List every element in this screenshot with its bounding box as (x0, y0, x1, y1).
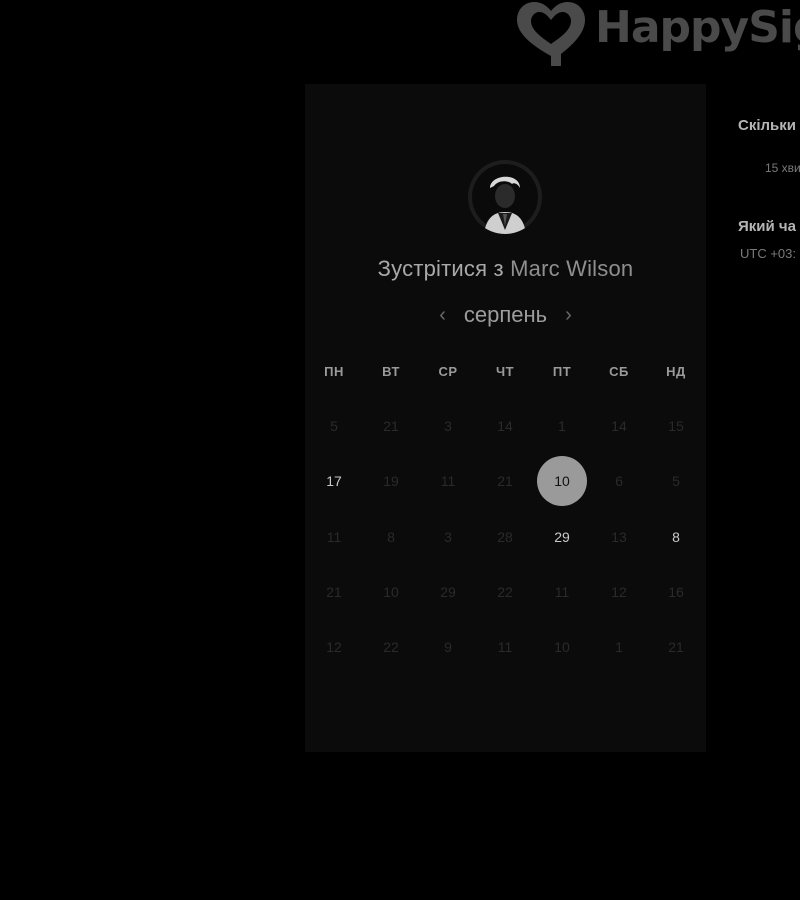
brand-logo[interactable]: HappySig (515, 0, 800, 70)
chevron-left-icon[interactable]: ‹ (439, 305, 446, 325)
current-month: серпень (463, 302, 548, 327)
timezone-value[interactable]: UTC +03: (740, 246, 796, 261)
calendar-day: 10 (383, 584, 399, 600)
calendar-day: 28 (497, 529, 513, 545)
calendar-day: 22 (383, 639, 399, 655)
calendar-day: 11 (440, 473, 456, 489)
timezone-label: Який ча (738, 218, 796, 235)
weekday-label: ПТ (552, 364, 572, 379)
month-navigation: ‹ серпень › (305, 302, 706, 328)
calendar-day: 14 (611, 418, 627, 434)
calendar-day: 13 (611, 529, 627, 545)
calendar-day: 12 (611, 584, 627, 600)
calendar-day: 21 (497, 473, 513, 489)
calendar-day: 5 (330, 418, 338, 434)
calendar-day: 10 (554, 639, 570, 655)
title-prefix: Зустрітися з (377, 256, 504, 281)
calendar-grid: 5 21 3 14 1 14 15 17 19 11 21 10 6 5 11 8 3 28 29 13 8 21 10 29… (305, 398, 706, 698)
brand-name: HappySig (595, 2, 800, 53)
calendar-day: 6 (615, 473, 623, 489)
calendar-day: 21 (668, 639, 684, 655)
calendar-day-selected[interactable]: 10 (537, 456, 587, 506)
weekday-label: СБ (609, 364, 629, 379)
meeting-title: Зустрітися з Marc Wilson (305, 256, 706, 282)
calendar-day[interactable]: 17 (309, 456, 359, 506)
calendar-day: 9 (444, 639, 452, 655)
calendar-day: 3 (444, 418, 452, 434)
scheduler-card: Зустрітися з Marc Wilson ‹ серпень › ПН В… (305, 84, 706, 752)
calendar-day: 1 (615, 639, 623, 655)
calendar-day: 3 (444, 529, 452, 545)
calendar-day: 11 (554, 584, 570, 600)
duration-label: Скільки (738, 117, 796, 134)
calendar-day: 19 (383, 473, 399, 489)
calendar-day: 16 (668, 584, 684, 600)
weekday-label: ПН (324, 364, 344, 379)
calendar-day: 11 (497, 639, 513, 655)
calendar-day: 22 (497, 584, 513, 600)
calendar-day: 5 (672, 473, 680, 489)
calendar-day: 11 (326, 529, 342, 545)
calendar-day[interactable]: 29 (537, 512, 587, 562)
host-avatar (468, 160, 542, 234)
booking-page: HappySig Зустрітися з Marc Wilson ‹ (0, 0, 800, 900)
weekday-label: СР (438, 364, 458, 379)
calendar-day: 8 (387, 529, 395, 545)
weekday-label: ЧТ (495, 364, 515, 379)
calendar-day: 29 (440, 584, 456, 600)
calendar-day: 21 (326, 584, 342, 600)
calendar-day: 21 (383, 418, 399, 434)
calendar-day[interactable]: 8 (651, 512, 701, 562)
calendar-day: 15 (668, 418, 684, 434)
duration-option[interactable]: 15 хви (765, 161, 800, 175)
weekday-label: НД (666, 364, 686, 379)
calendar-day: 1 (558, 418, 566, 434)
chevron-right-icon[interactable]: › (565, 305, 572, 325)
host-name: Marc Wilson (510, 256, 634, 281)
heart-chat-icon (515, 0, 589, 70)
calendar-day: 12 (326, 639, 342, 655)
calendar-day: 14 (497, 418, 513, 434)
weekday-label: ВТ (382, 364, 400, 379)
